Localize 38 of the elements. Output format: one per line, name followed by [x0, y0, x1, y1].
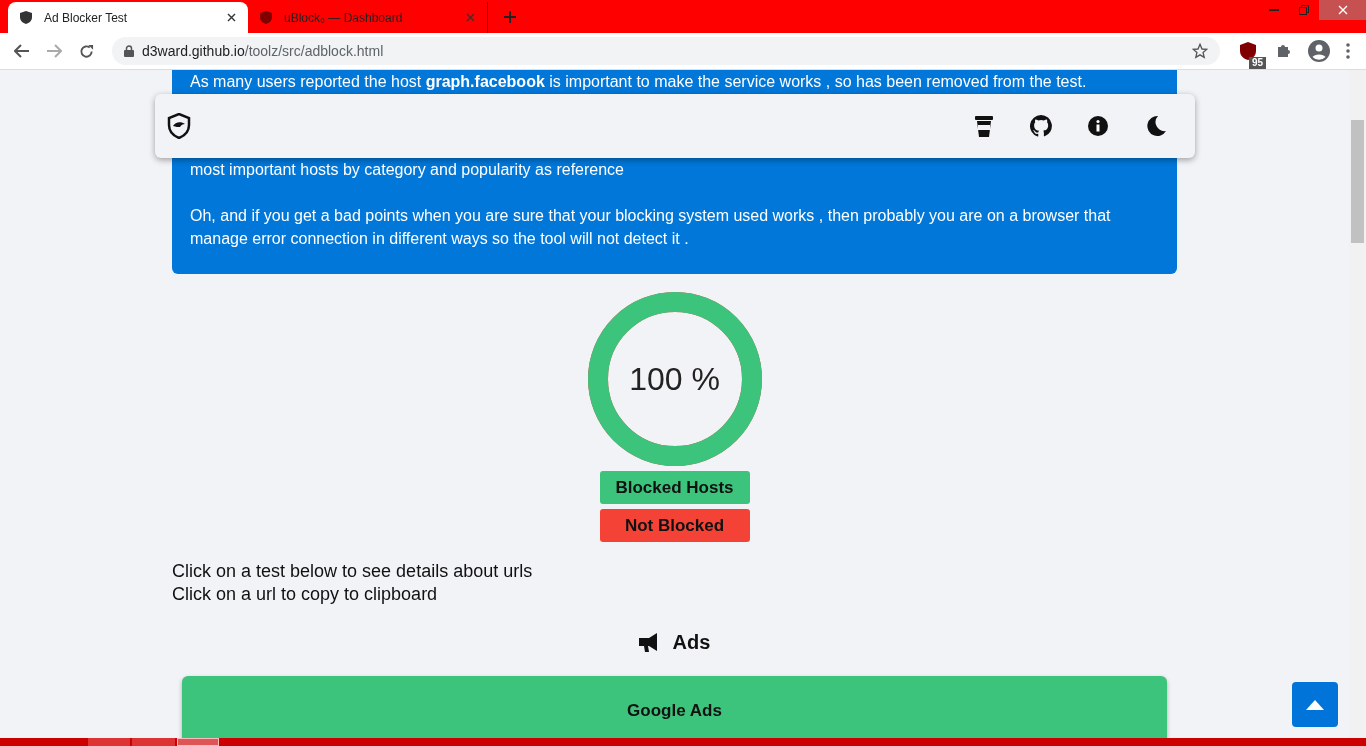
profile-icon[interactable]: [1308, 40, 1330, 62]
star-icon[interactable]: [1192, 43, 1208, 59]
caret-up-icon: [1306, 699, 1324, 710]
shield-icon: [20, 11, 32, 24]
close-icon[interactable]: [227, 13, 236, 22]
score-percentage: 100 %: [629, 360, 720, 399]
scroll-to-top-button[interactable]: [1292, 682, 1338, 727]
shield-logo-icon[interactable]: [167, 113, 191, 139]
restore-icon: [1299, 5, 1309, 15]
forward-arrow-icon: [46, 44, 62, 58]
plus-icon: [503, 10, 517, 24]
url-text: d3ward.github.io/toolz/src/adblock.html: [142, 41, 385, 61]
legend-label: Blocked Hosts: [599, 471, 750, 504]
github-icon[interactable]: [1030, 115, 1052, 137]
section-title: Ads: [672, 630, 711, 655]
shield-extension-icon[interactable]: [1240, 42, 1256, 60]
instruction-text: Click on a test below to see details about urls: [172, 560, 534, 583]
test-card[interactable]: Google Ads: [182, 676, 1167, 738]
menu-icon[interactable]: [1346, 43, 1350, 59]
cup-icon[interactable]: [975, 114, 993, 138]
info-text: Oh, and if you get a bad points when you are sure that your blocking system used works , then probably you are on a browser that manage error connection in different ways so the tool will not detect it .: [190, 206, 1112, 249]
info-text: most important hosts by category and popularity as reference: [190, 160, 625, 180]
browser-tab[interactable]: Ad Blocker Test: [8, 2, 248, 33]
reload-icon: [78, 43, 94, 59]
shield-icon: [260, 11, 272, 24]
puzzle-icon[interactable]: [1276, 43, 1292, 59]
extension-badge: 95: [1248, 57, 1266, 69]
legend-label: Not Blocked: [599, 509, 750, 542]
info-icon[interactable]: [1088, 116, 1108, 136]
lock-icon: [124, 45, 134, 57]
close-icon: [1337, 5, 1348, 15]
info-text: As many users reported the host graph.facebook is important to make the service works , so has been removed from the test.: [190, 72, 1088, 92]
address-bar[interactable]: d3ward.github.io/toolz/src/adblock.html: [112, 37, 1220, 65]
instruction-text: Click on a url to copy to clipboard: [172, 583, 439, 606]
scrollbar[interactable]: [1349, 70, 1366, 738]
minimize-icon: [1269, 9, 1279, 11]
back-arrow-icon: [14, 44, 30, 58]
moon-icon[interactable]: [1145, 115, 1167, 137]
